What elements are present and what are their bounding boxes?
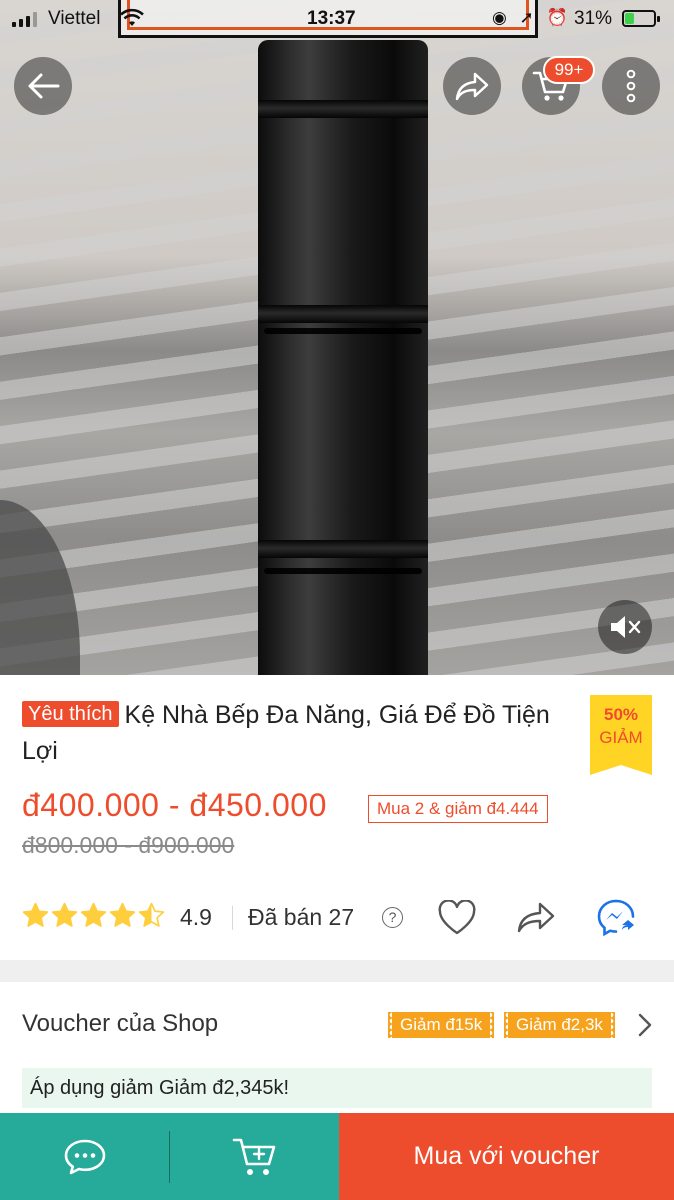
section-divider [0, 960, 674, 982]
back-button[interactable] [14, 57, 72, 115]
rating-stars[interactable] [22, 902, 165, 928]
star-icon [22, 902, 49, 927]
clock-time: 13:37 [307, 8, 356, 29]
discount-label: GIẢM [599, 728, 643, 747]
messenger-button[interactable] [596, 898, 638, 938]
heart-icon [438, 900, 476, 935]
star-icon [109, 902, 136, 927]
status-icons: ◉ ➚ ⏰ [492, 8, 572, 27]
shop-voucher-section[interactable]: Voucher của Shop Giảm đ15k Giảm đ2,3k Áp… [0, 982, 674, 1112]
status-bar: Viettel 13:37 ◉ ➚ ⏰ 31% [0, 0, 674, 38]
bundle-offer-tag[interactable]: Mua 2 & giảm đ4.444 [368, 795, 548, 823]
help-icon[interactable]: ? [382, 907, 403, 928]
chat-button[interactable] [0, 1113, 170, 1200]
star-icon [51, 902, 78, 927]
more-vertical-icon [626, 69, 636, 103]
divider [232, 906, 233, 930]
sold-count: Đã bán 27 [248, 904, 355, 930]
arrow-left-icon [28, 73, 60, 99]
background-shadow [0, 500, 80, 675]
chat-icon [64, 1139, 106, 1174]
share-button[interactable] [443, 57, 501, 115]
share-icon [517, 902, 555, 933]
chevron-right-icon[interactable] [634, 1012, 656, 1038]
speaker-muted-icon [611, 616, 641, 638]
share-product-button[interactable] [515, 898, 557, 938]
voucher-chip[interactable]: Giảm đ2,3k [508, 1012, 615, 1038]
cart-count-badge: 99+ [543, 56, 595, 84]
add-to-cart-icon [232, 1138, 275, 1175]
rating-value: 4.9 [180, 904, 212, 930]
star-icon [80, 902, 107, 927]
mute-button[interactable] [598, 600, 652, 654]
discount-flag: 50% GIẢM [590, 695, 652, 775]
share-icon [455, 72, 489, 101]
discount-percent: 50% [603, 705, 639, 724]
voucher-chip[interactable]: Giảm đ15k [392, 1012, 495, 1038]
original-price-range: đ800.000 - đ900.000 [22, 832, 235, 858]
voucher-apply-message: Áp dụng giảm Giảm đ2,345k! [22, 1068, 652, 1108]
wifi-icon [120, 8, 144, 34]
favorite-tag: Yêu thích [22, 701, 119, 727]
rating-row: 4.9 Đã bán 27 ? [22, 898, 652, 938]
bottom-action-bar: Mua với voucher [0, 1113, 674, 1200]
star-icon [138, 902, 165, 927]
product-info: Yêu thích Kệ Nhà Bếp Đa Năng, Giá Để Đồ T… [0, 675, 674, 960]
product-title-block: Yêu thích Kệ Nhà Bếp Đa Năng, Giá Để Đồ T… [22, 697, 574, 769]
like-button[interactable] [436, 898, 478, 938]
price-range: đ400.000 - đ450.000 [22, 787, 327, 823]
add-to-cart-button[interactable] [170, 1113, 339, 1200]
carrier-name: Viettel [48, 8, 101, 29]
signal-icon [12, 11, 37, 27]
messenger-share-icon [597, 899, 635, 937]
voucher-title: Voucher của Shop [22, 1010, 219, 1037]
buy-with-voucher-button[interactable]: Mua với voucher [339, 1113, 674, 1200]
more-options-button[interactable] [602, 57, 660, 115]
battery-icon [622, 10, 660, 27]
battery-percent: 31% [574, 8, 613, 29]
product-pole-photo [258, 40, 428, 675]
